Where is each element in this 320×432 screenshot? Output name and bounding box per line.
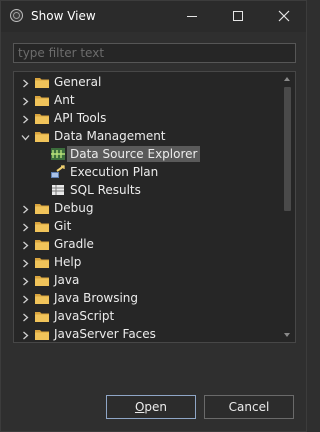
tree-item-label: Data Management — [54, 129, 166, 143]
title-bar: Show View — [1, 1, 306, 32]
views-tree[interactable]: General Ant API Tools Data Management Data S… — [13, 71, 296, 343]
chevron-right-icon[interactable] — [21, 257, 30, 268]
tree-item[interactable]: Execution Plan — [14, 163, 280, 181]
eclipse-app-icon — [10, 9, 23, 22]
chevron-right-icon[interactable] — [21, 293, 30, 304]
chevron-right-icon[interactable] — [21, 203, 30, 214]
maximize-icon — [233, 11, 243, 21]
close-icon — [278, 10, 290, 22]
tree-item-label: Java Browsing — [54, 291, 139, 305]
tree-item[interactable]: SQL Results — [14, 181, 280, 199]
folder-icon — [34, 75, 50, 89]
tree-item[interactable]: Git — [14, 217, 280, 235]
tree-item-label: Ant — [54, 93, 75, 107]
scroll-up-icon[interactable] — [284, 77, 290, 81]
tree-item[interactable]: Java Browsing — [14, 289, 280, 307]
folder-icon — [34, 273, 50, 287]
folder-icon — [34, 129, 50, 143]
tree-item[interactable]: API Tools — [14, 109, 280, 127]
minimize-icon — [187, 16, 197, 17]
tree-item-label: Debug — [54, 201, 94, 215]
chevron-right-icon[interactable] — [21, 239, 30, 250]
scrollbar-thumb[interactable] — [284, 87, 291, 211]
data-source-icon — [50, 147, 66, 161]
folder-icon — [34, 219, 50, 233]
folder-icon — [34, 111, 50, 125]
minimize-button[interactable] — [169, 1, 214, 32]
execution-plan-icon — [50, 165, 66, 179]
folder-icon — [34, 201, 50, 215]
chevron-right-icon[interactable] — [21, 329, 30, 340]
filter-input[interactable] — [13, 43, 296, 63]
chevron-right-icon[interactable] — [21, 221, 30, 232]
tree-item[interactable]: General — [14, 73, 280, 91]
tree-item-label: General — [54, 75, 102, 89]
tree-item[interactable]: JavaScript — [14, 307, 280, 325]
tree-item-label: Gradle — [54, 237, 94, 251]
cancel-button[interactable]: Cancel — [204, 395, 294, 419]
tree-item[interactable]: Data Source Explorer — [14, 145, 280, 163]
tree-item-label: Help — [54, 255, 82, 269]
folder-icon — [34, 291, 50, 305]
tree-item[interactable]: JavaServer Faces — [14, 325, 280, 342]
sql-results-icon — [50, 183, 66, 197]
folder-icon — [34, 237, 50, 251]
tree-item-label: SQL Results — [70, 183, 141, 197]
tree-item[interactable]: Help — [14, 253, 280, 271]
chevron-right-icon[interactable] — [21, 77, 30, 88]
chevron-down-icon[interactable] — [21, 131, 30, 141]
folder-icon — [34, 93, 50, 107]
open-label-rest: pen — [144, 400, 168, 414]
open-mnemonic: O — [134, 400, 145, 414]
close-button[interactable] — [261, 1, 306, 32]
chevron-right-icon[interactable] — [21, 275, 30, 286]
tree-item-label: Execution Plan — [70, 165, 159, 179]
tree-item-label: JavaServer Faces — [54, 327, 156, 341]
folder-icon — [34, 327, 50, 341]
tree-item-label: JavaScript — [54, 309, 115, 323]
chevron-right-icon[interactable] — [21, 95, 30, 106]
vertical-scrollbar[interactable] — [281, 73, 294, 341]
open-button[interactable]: Open — [106, 395, 196, 419]
tree-item-label: API Tools — [54, 111, 107, 125]
tree-item[interactable]: Ant — [14, 91, 280, 109]
scroll-down-icon[interactable] — [284, 333, 290, 337]
chevron-right-icon[interactable] — [21, 113, 30, 124]
tree-item-label: Git — [54, 219, 72, 233]
chevron-right-icon[interactable] — [21, 311, 30, 322]
folder-icon — [34, 309, 50, 323]
folder-icon — [34, 255, 50, 269]
tree-item-label: Java — [54, 273, 80, 287]
tree-item[interactable]: Gradle — [14, 235, 280, 253]
tree-item[interactable]: Debug — [14, 199, 280, 217]
tree-item[interactable]: Data Management — [14, 127, 280, 145]
tree-item-label: Data Source Explorer — [67, 146, 201, 162]
window-title: Show View — [31, 9, 96, 23]
show-view-dialog: Show View General Ant API Tools Data Manage… — [0, 0, 307, 432]
tree-item[interactable]: Java — [14, 271, 280, 289]
maximize-button[interactable] — [215, 1, 260, 32]
